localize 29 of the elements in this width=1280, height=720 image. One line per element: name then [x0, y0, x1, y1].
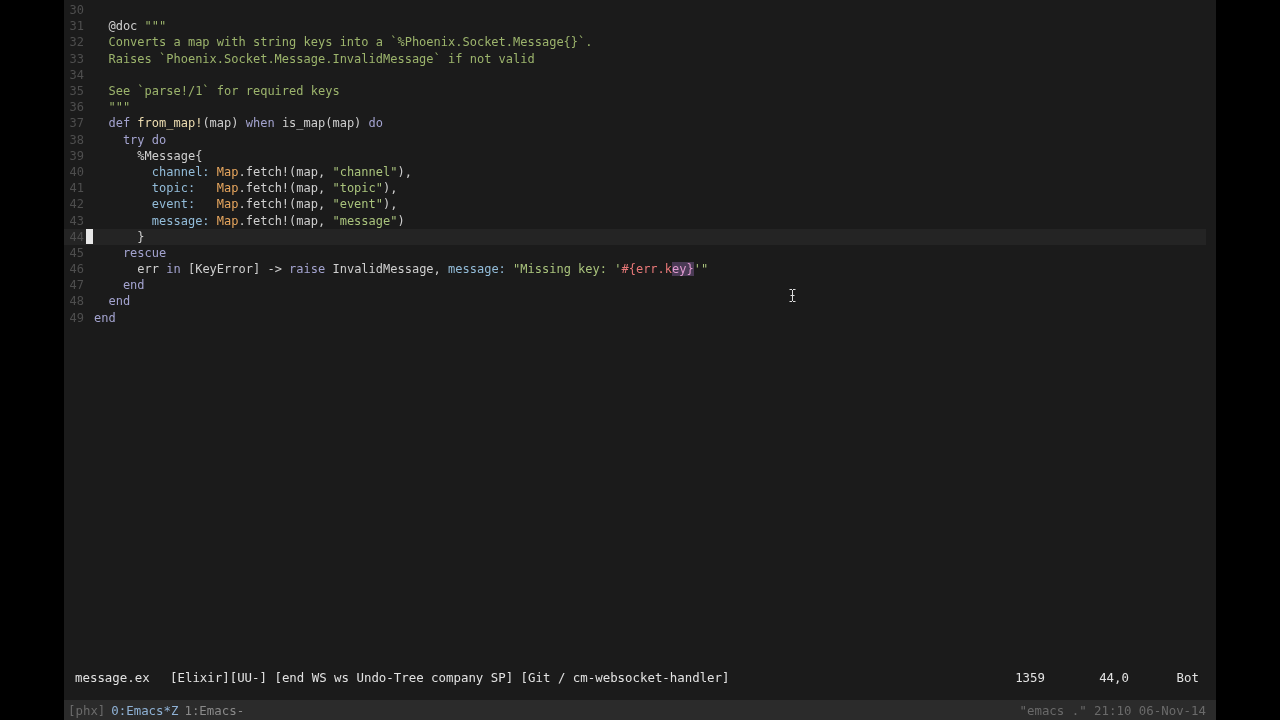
code-line: Converts a map with string keys into a `%Phoenix.Socket.Message{}`.: [107, 34, 593, 51]
code-line: def from_map!(map) when is_map(map) do: [107, 115, 384, 132]
code-line: """: [107, 99, 131, 116]
status-text: "emacs ." 21:10 06-Nov-14: [1019, 702, 1206, 718]
code-line: end: [94, 309, 116, 326]
scroll-position: Bot: [1175, 669, 1199, 685]
text-cursor: [86, 229, 93, 245]
code-line: channel: Map.fetch!(map, "channel"),: [150, 163, 412, 180]
window-tab[interactable]: 0:Emacs*Z: [111, 702, 179, 718]
code-line: message: Map.fetch!(map, "message"): [150, 212, 405, 229]
code-line: See `parse!/1` for required keys: [107, 83, 340, 100]
buffer-size: 1359: [1015, 669, 1045, 685]
code-line: @doc """: [107, 18, 167, 35]
buffer-name: message.ex: [75, 669, 151, 685]
session-name: [phx]: [68, 702, 106, 718]
cursor-position: 44,0: [1098, 669, 1129, 685]
code-line: event: Map.fetch!(map, "event"),: [150, 196, 398, 213]
code-line: rescue: [121, 244, 167, 261]
code-line: }: [136, 228, 145, 245]
window-tab[interactable]: 1:Emacs-: [184, 702, 245, 718]
code-line: Raises `Phoenix.Socket.Message.InvalidMessage` if not valid: [107, 50, 535, 67]
code-line: %Message{: [136, 147, 203, 164]
code-line: try do: [121, 131, 167, 148]
code-line: end: [107, 293, 131, 310]
code-line: err in [KeyError] -> raise InvalidMessage, message: "Missing key: '#{err.key}'": [136, 261, 709, 278]
code-line: topic: Map.fetch!(map, "topic"),: [150, 180, 398, 197]
text-cursor-icon: [789, 289, 796, 302]
mode-indicators: [Elixir][UU-] [end WS ws Undo-Tree company SP] [Git / cm-websocket-handler]: [170, 669, 730, 685]
code-line: end: [121, 277, 145, 294]
